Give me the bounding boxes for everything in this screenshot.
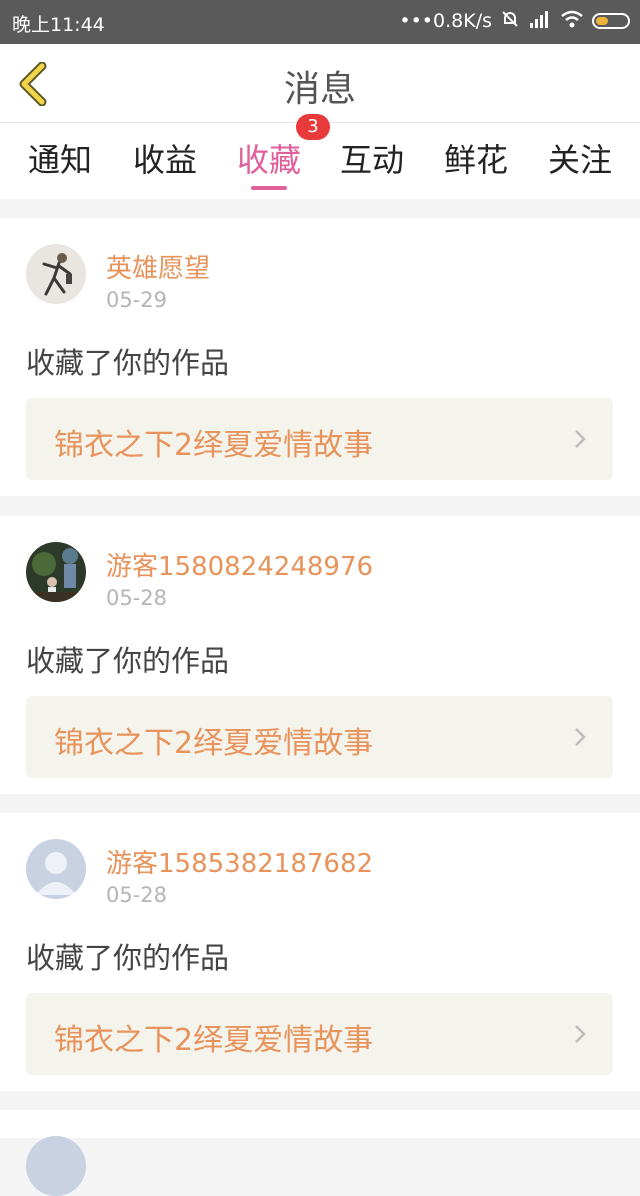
message-action-text: 收藏了你的作品 bbox=[26, 346, 230, 380]
avatar[interactable] bbox=[26, 542, 86, 602]
message-date: 05-28 bbox=[106, 883, 168, 907]
status-time: 晚上11:44 bbox=[12, 14, 105, 36]
work-link[interactable]: 锦衣之下2绎夏爱情故事 bbox=[26, 696, 613, 778]
default-avatar-icon[interactable] bbox=[26, 839, 86, 899]
work-title: 锦衣之下2绎夏爱情故事 bbox=[54, 726, 374, 761]
tab-earnings[interactable]: 收益 bbox=[113, 135, 217, 181]
chevron-right-icon bbox=[575, 728, 586, 746]
message-card: 游客1585382187682 05-28 收藏了你的作品 锦衣之下2绎夏爱情故… bbox=[0, 813, 640, 1091]
active-tab-indicator bbox=[251, 186, 287, 190]
work-link[interactable]: 锦衣之下2绎夏爱情故事 bbox=[26, 993, 613, 1075]
message-date: 05-29 bbox=[106, 288, 168, 312]
message-card bbox=[0, 1110, 640, 1196]
tab-flowers[interactable]: 鲜花 bbox=[424, 135, 528, 181]
battery-icon bbox=[592, 12, 630, 29]
username[interactable]: 英雄愿望 bbox=[106, 248, 210, 285]
tab-following[interactable]: 关注 bbox=[528, 135, 632, 181]
tab-interactions[interactable]: 互动 bbox=[320, 135, 424, 181]
message-action-text: 收藏了你的作品 bbox=[26, 941, 230, 975]
work-link[interactable]: 锦衣之下2绎夏爱情故事 bbox=[26, 398, 613, 480]
username[interactable]: 游客1585382187682 bbox=[106, 843, 373, 880]
work-title: 锦衣之下2绎夏爱情故事 bbox=[54, 1023, 374, 1058]
network-speed: •••0.8K/s bbox=[399, 9, 492, 32]
message-date: 05-28 bbox=[106, 586, 168, 610]
message-card: 游客1580824248976 05-28 收藏了你的作品 锦衣之下2绎夏爱情故… bbox=[0, 516, 640, 794]
page-title: 消息 bbox=[283, 69, 356, 110]
status-icons: •••0.8K/s bbox=[399, 9, 630, 32]
header: 消息 bbox=[0, 44, 640, 123]
favorites-count-badge: 3 bbox=[296, 114, 330, 140]
username[interactable]: 游客1580824248976 bbox=[106, 546, 373, 583]
wifi-icon bbox=[560, 9, 584, 32]
mute-icon bbox=[500, 9, 520, 32]
avatar[interactable] bbox=[26, 1136, 86, 1196]
chevron-right-icon bbox=[575, 1025, 586, 1043]
chevron-right-icon bbox=[575, 430, 586, 448]
tab-favorites[interactable]: 收藏 bbox=[217, 135, 321, 181]
status-bar: 晚上11:44 •••0.8K/s bbox=[0, 0, 640, 44]
work-title: 锦衣之下2绎夏爱情故事 bbox=[54, 428, 374, 463]
tab-notifications[interactable]: 通知 bbox=[8, 135, 112, 181]
message-action-text: 收藏了你的作品 bbox=[26, 644, 230, 678]
signal-icon bbox=[528, 9, 552, 32]
message-card: 英雄愿望 05-29 收藏了你的作品 锦衣之下2绎夏爱情故事 bbox=[0, 218, 640, 496]
avatar[interactable] bbox=[26, 244, 86, 304]
